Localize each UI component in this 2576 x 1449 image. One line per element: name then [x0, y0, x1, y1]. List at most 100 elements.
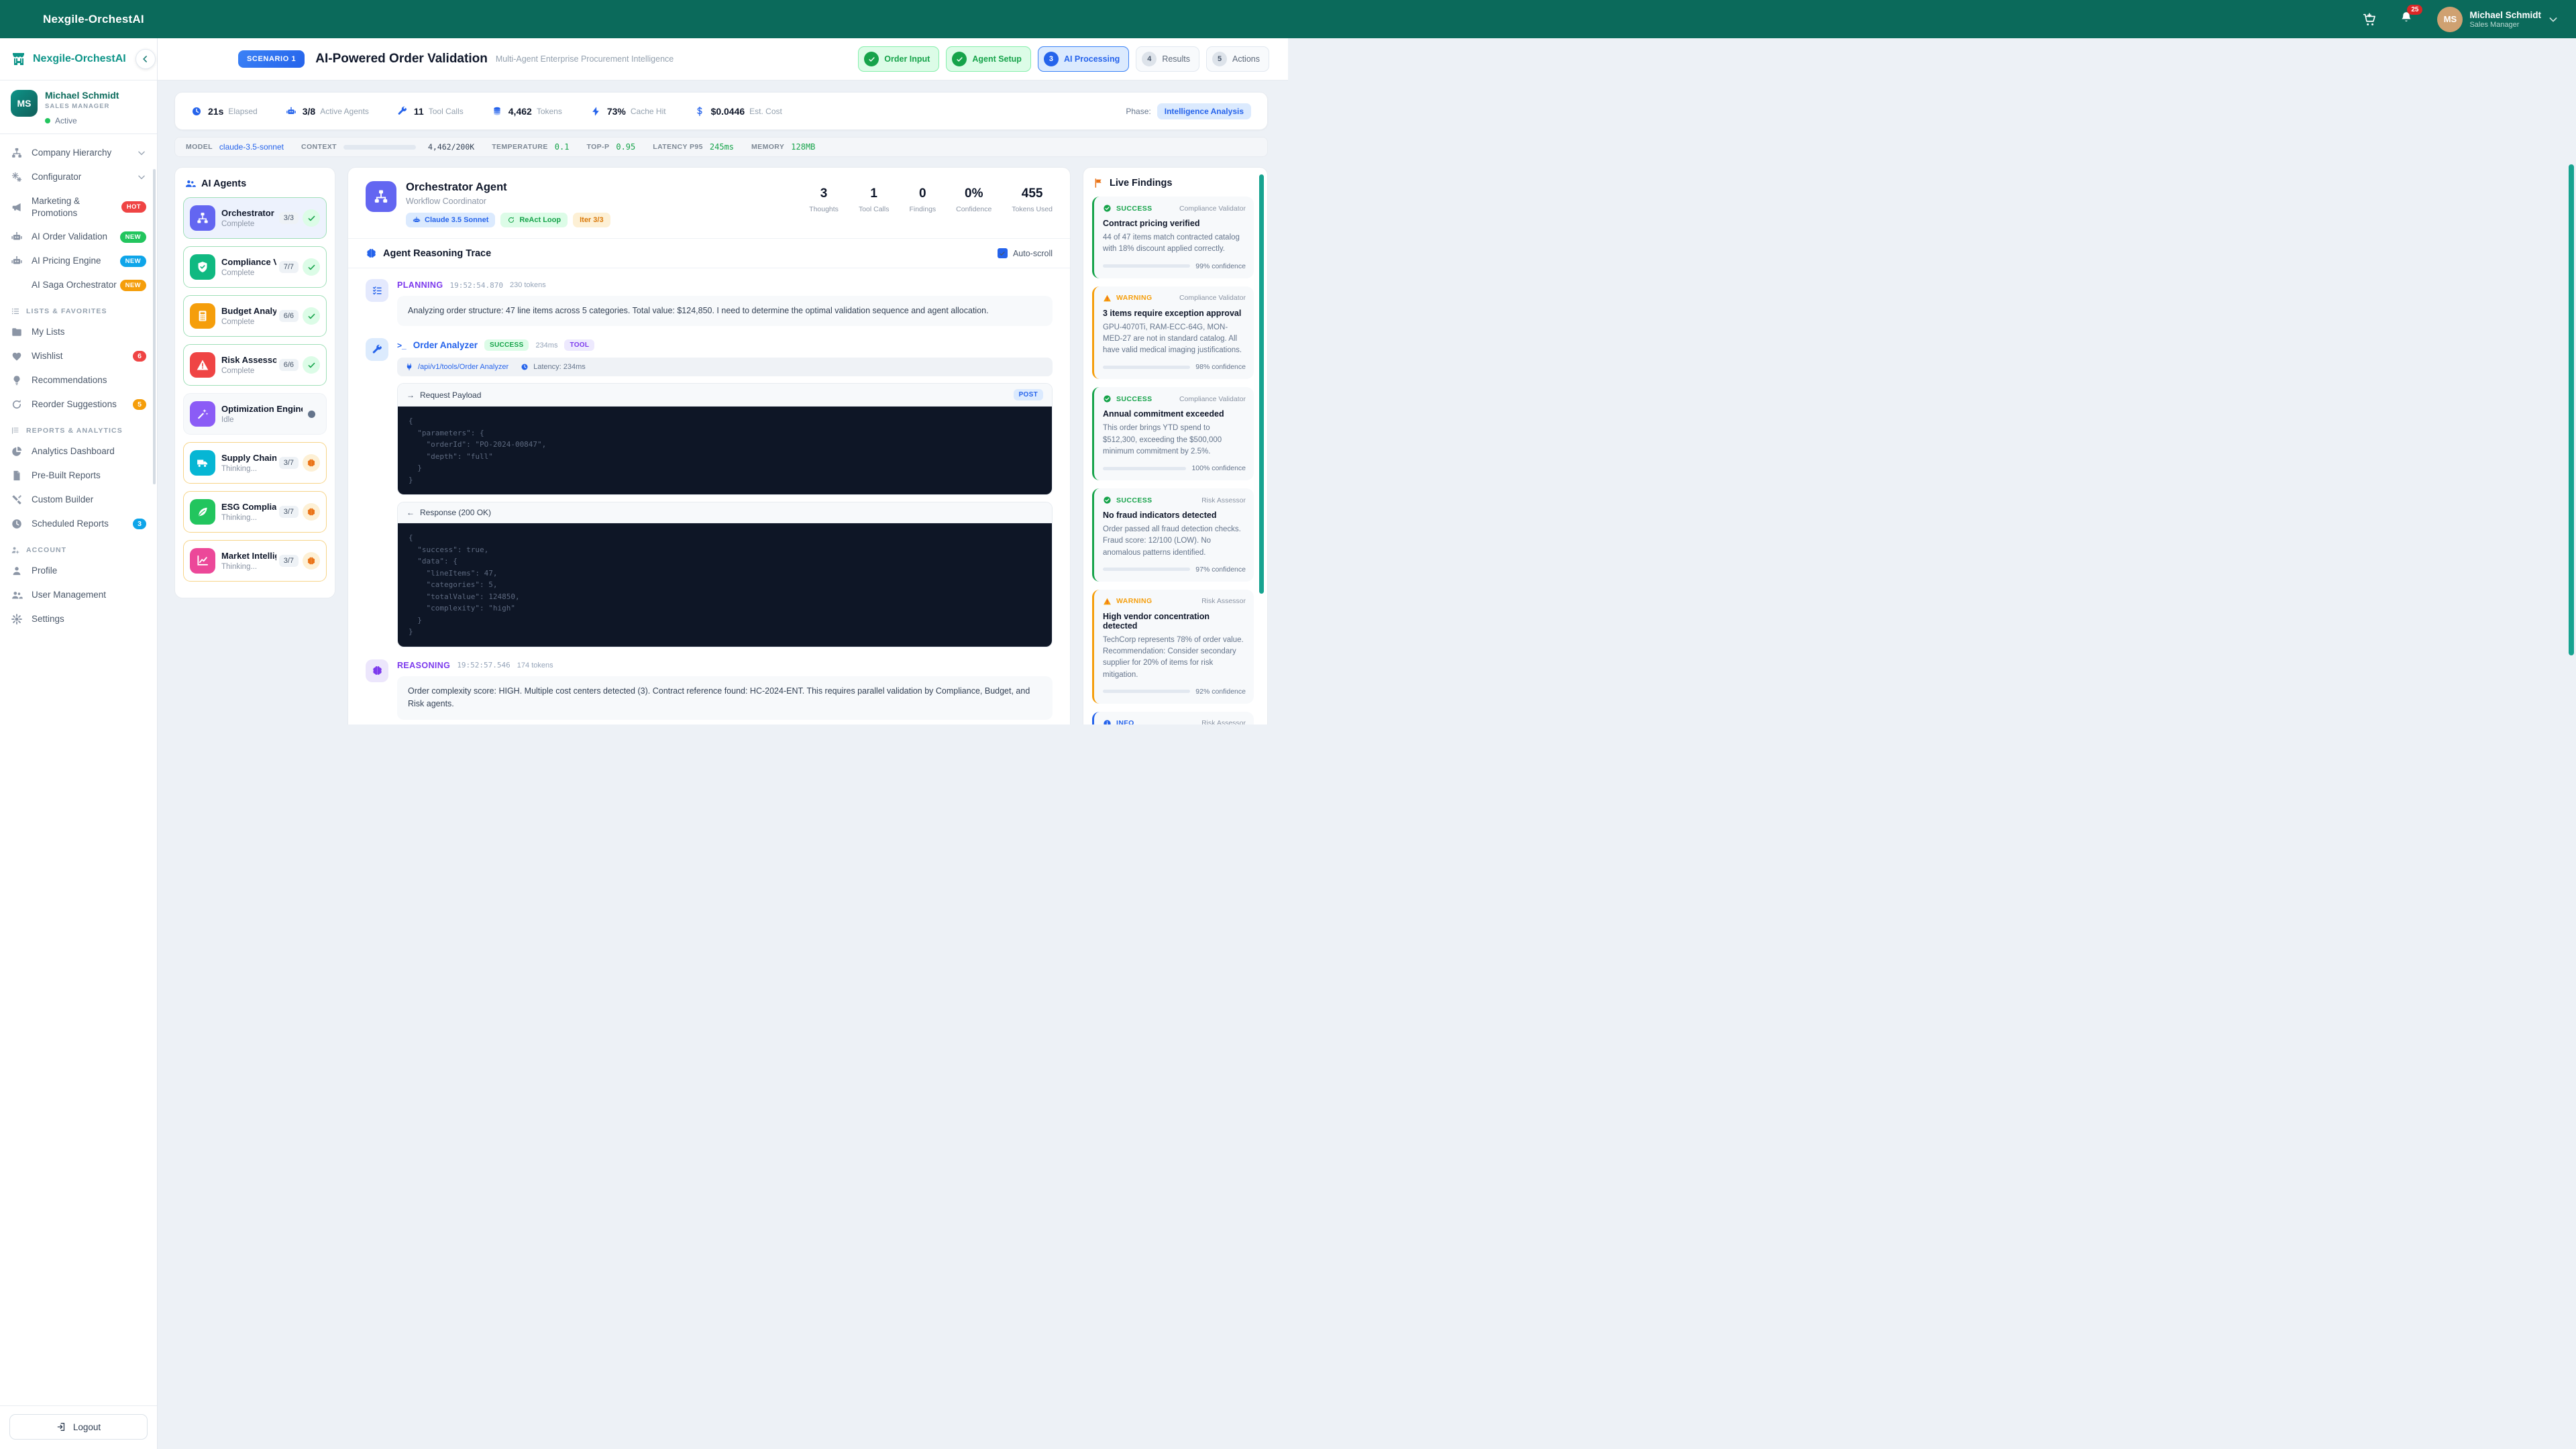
agent-status: Thinking...	[221, 563, 276, 571]
top-p-value: 0.95	[616, 142, 635, 152]
sidebar-item-scheduled-reports[interactable]: Scheduled Reports3	[0, 512, 157, 536]
finding-card-contract-pricing-verified[interactable]: SUCCESSCompliance ValidatorContract pric…	[1092, 197, 1254, 278]
agent-card-esg-complia[interactable]: ESG Complia...Thinking...3/7	[183, 491, 327, 533]
section-title: REPORTS & ANALYTICS	[26, 427, 123, 435]
sidebar-item-pre-built-reports[interactable]: Pre-Built Reports	[0, 464, 157, 488]
checkbox-checked-icon	[998, 248, 1008, 258]
refresh-icon	[507, 216, 515, 224]
section-header-reports-analytics: REPORTS & ANALYTICS	[0, 417, 157, 439]
sidebar-item-settings[interactable]: Settings	[0, 607, 157, 631]
agent-step-count: 3/7	[279, 457, 299, 469]
agent-status: Idle	[221, 416, 303, 424]
metric-label: Elapsed	[228, 107, 257, 116]
agent-card-supply-chain-i[interactable]: Supply Chain I...Thinking...3/7	[183, 442, 327, 484]
trace-title: Agent Reasoning Trace	[383, 248, 491, 259]
org-chart-icon	[190, 205, 215, 231]
response-label: Response (200 OK)	[420, 508, 491, 517]
logout-button[interactable]: Logout	[9, 1414, 148, 1440]
confidence-label: 97% confidence	[1195, 566, 1246, 574]
finding-confidence-row: 98% confidence	[1103, 363, 1246, 371]
memory-value: 128MB	[791, 142, 815, 152]
check-icon	[307, 214, 316, 223]
sidebar-item-ai-order-validation[interactable]: AI Order ValidationNEW	[0, 225, 157, 249]
lightbulb-icon	[11, 374, 23, 386]
sidebar-scrollbar[interactable]	[153, 169, 156, 484]
findings-scrollbar[interactable]	[1259, 174, 1264, 594]
user-role: Sales Manager	[2469, 21, 2541, 29]
sidebar-brand-name: Nexgile-OrchestAI	[33, 53, 126, 65]
sidebar-item-custom-builder[interactable]: Custom Builder	[0, 488, 157, 512]
agent-card-compliance-v[interactable]: Compliance V...Complete7/7	[183, 246, 327, 288]
memory-label: MEMORY	[751, 143, 784, 151]
sidebar-collapse-button[interactable]	[136, 49, 156, 69]
agent-card-optimization-engine[interactable]: Optimization EngineIdle	[183, 393, 327, 435]
finding-card-no-fraud-indicators-detected[interactable]: SUCCESSRisk AssessorNo fraud indicators …	[1092, 488, 1254, 582]
agent-card-budget-analy[interactable]: Budget Analy...Complete6/6	[183, 295, 327, 337]
findings-title: Live Findings	[1110, 178, 1172, 189]
step-ai-processing[interactable]: 3AI Processing	[1038, 46, 1129, 72]
finding-agent: Risk Assessor	[1201, 719, 1246, 724]
sidebar-item-ai-pricing-engine[interactable]: AI Pricing EngineNEW	[0, 249, 157, 273]
agent-badge-iter-3-3: Iter 3/3	[573, 213, 610, 227]
agent-card-orchestrator[interactable]: Orchestrator ...Complete3/3	[183, 197, 327, 239]
finding-card-annual-commitment-exceeded[interactable]: SUCCESSCompliance ValidatorAnnual commit…	[1092, 387, 1254, 480]
sidebar-item-label: My Lists	[32, 326, 146, 338]
sidebar-item-label: Pre-Built Reports	[32, 470, 146, 482]
sidebar-item-marketing-promotions[interactable]: Marketing & PromotionsHOT	[0, 189, 157, 225]
sidebar-item-company-hierarchy[interactable]: Company Hierarchy	[0, 141, 157, 165]
stat-label: Tool Calls	[859, 205, 890, 213]
user-name: Michael Schmidt	[2469, 10, 2541, 20]
notifications-button[interactable]: 25	[2400, 11, 2413, 28]
sidebar-item-analytics-dashboard[interactable]: Analytics Dashboard	[0, 439, 157, 464]
finding-card-high-vendor-concentration-detected[interactable]: WARNINGRisk AssessorHigh vendor concentr…	[1092, 590, 1254, 704]
calculator-icon	[190, 303, 215, 329]
status-label: Active	[55, 116, 77, 125]
metric-value: 73%	[607, 106, 626, 117]
agent-name: Risk Assessor	[221, 355, 276, 365]
sidebar-item-recommendations[interactable]: Recommendations	[0, 368, 157, 392]
sidebar-item-label: Configurator	[32, 171, 137, 183]
finding-card-consistent-ordering-pattern[interactable]: INFORisk AssessorConsistent ordering pat…	[1092, 712, 1254, 724]
step-agent-setup[interactable]: Agent Setup	[946, 46, 1031, 72]
page-scrollbar[interactable]	[2569, 164, 2574, 655]
step-order-input[interactable]: Order Input	[858, 46, 939, 72]
profile-status: Active	[45, 116, 119, 125]
sidebar-item-my-lists[interactable]: My Lists	[0, 320, 157, 344]
sidebar-item-configurator[interactable]: Configurator	[0, 165, 157, 189]
agent-name: ESG Complia...	[221, 502, 276, 512]
check-icon	[956, 56, 963, 63]
latency-value: 245ms	[710, 142, 734, 152]
agent-name: Orchestrator ...	[221, 208, 276, 218]
user-gear-icon	[11, 545, 20, 555]
sidebar-item-user-management[interactable]: User Management	[0, 583, 157, 607]
sidebar-item-wishlist[interactable]: Wishlist6	[0, 344, 157, 368]
robot-icon	[413, 216, 421, 224]
agent-card-market-intellig[interactable]: Market Intellig...Thinking...3/7	[183, 540, 327, 582]
metric-tokens: 4,462Tokens	[492, 106, 562, 117]
auto-scroll-toggle[interactable]: Auto-scroll	[998, 248, 1053, 258]
finding-card-3-items-require-exception-approval[interactable]: WARNINGCompliance Validator3 items requi…	[1092, 286, 1254, 380]
cart-add-icon[interactable]	[2362, 12, 2377, 27]
sidebar-item-ai-saga-orchestrator[interactable]: AI Saga OrchestratorNEW	[0, 273, 157, 297]
lightning-icon	[590, 106, 601, 117]
finding-header: INFORisk Assessor	[1103, 719, 1246, 724]
sidebar-item-reorder-suggestions[interactable]: Reorder Suggestions5	[0, 392, 157, 417]
trace-entry-reasoning: REASONING 19:52:57.546 174 tokens Order …	[366, 659, 1053, 720]
response-code[interactable]: { "success": true, "data": { "lineItems"…	[398, 523, 1052, 647]
sidebar-item-profile[interactable]: Profile	[0, 559, 157, 583]
agent-card-risk-assessor[interactable]: Risk AssessorComplete6/6	[183, 344, 327, 386]
gear-icon	[11, 613, 23, 625]
user-menu[interactable]: MS Michael Schmidt Sales Manager	[2437, 7, 2559, 32]
shield-icon	[190, 254, 215, 280]
auto-scroll-label: Auto-scroll	[1013, 249, 1053, 258]
agent-step-count: 6/6	[279, 359, 299, 371]
stat-thoughts: 3Thoughts	[809, 186, 839, 213]
agent-state-icon	[303, 307, 320, 325]
avatar: MS	[2437, 7, 2463, 32]
request-code[interactable]: { "parameters": { "orderId": "PO-2024-00…	[398, 407, 1052, 494]
step-actions[interactable]: 5Actions	[1206, 46, 1269, 72]
people-icon	[11, 589, 23, 601]
step-results[interactable]: 4Results	[1136, 46, 1199, 72]
tool-endpoint-bar: /api/v1/tools/Order Analyzer Latency: 23…	[397, 358, 1053, 376]
finding-title: 3 items require exception approval	[1103, 309, 1246, 318]
